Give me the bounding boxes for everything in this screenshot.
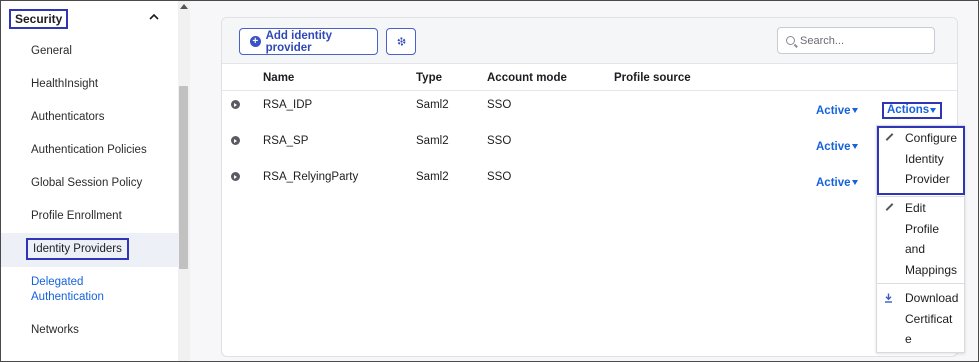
sidebar: Security General HealthInsight Authentic… <box>1 1 178 361</box>
sidebar-item-delegated-authentication[interactable]: Delegated Authentication <box>31 275 121 305</box>
menu-line: Profile <box>905 221 940 236</box>
add-identity-provider-label: Add identity provider <box>265 29 333 54</box>
row-type: Saml2 <box>416 171 449 183</box>
menu-line: and <box>905 242 926 256</box>
row-name: RSA_IDP <box>263 99 313 111</box>
scrollbar-thumb[interactable] <box>179 86 188 269</box>
menu-line: Mappings <box>905 262 958 277</box>
menu-line: Download <box>905 291 959 305</box>
add-identity-provider-button[interactable]: + Add identity provider <box>239 28 378 55</box>
download-icon <box>885 293 892 303</box>
plus-circle-icon: + <box>250 36 261 47</box>
search-icon <box>786 36 795 45</box>
row-account-mode: SSO <box>487 135 512 147</box>
row-account-mode: SSO <box>487 99 512 111</box>
row-name: RSA_RelyingParty <box>263 171 359 183</box>
scroll-up-arrow-icon[interactable] <box>180 4 188 9</box>
column-header-account-mode: Account mode <box>487 72 567 84</box>
expand-row-icon[interactable] <box>231 172 240 181</box>
column-header-profile-source: Profile source <box>614 72 691 84</box>
sidebar-item-healthinsight[interactable]: HealthInsight <box>31 77 98 92</box>
menu-line: Certificat <box>905 311 953 326</box>
expand-row-icon[interactable] <box>231 100 240 109</box>
caret-down-icon[interactable] <box>852 180 858 185</box>
header-divider <box>222 90 957 91</box>
sidebar-item-networks[interactable]: Networks <box>31 323 79 338</box>
security-section-header[interactable]: Security <box>1 1 178 35</box>
sidebar-item-authentication-policies[interactable]: Authentication Policies <box>31 143 147 158</box>
security-section-title: Security <box>9 9 69 29</box>
row-status-dropdown[interactable]: Active <box>816 140 851 154</box>
gear-icon <box>397 37 405 46</box>
search-input[interactable] <box>800 34 920 47</box>
chevron-up-icon[interactable] <box>147 10 161 24</box>
configure-highlight-box <box>877 126 965 195</box>
menu-line: Edit <box>905 201 926 215</box>
sidebar-item-profile-enrollment[interactable]: Profile Enrollment <box>31 209 122 224</box>
caret-down-icon[interactable] <box>852 108 858 113</box>
sidebar-item-global-session-policy[interactable]: Global Session Policy <box>31 176 142 191</box>
row-name: RSA_SP <box>263 135 309 147</box>
row-type: Saml2 <box>416 99 449 111</box>
column-header-type: Type <box>416 72 442 84</box>
row-type: Saml2 <box>416 135 449 147</box>
menu-line: e <box>905 332 912 346</box>
row-status-dropdown[interactable]: Active <box>816 176 851 190</box>
search-field[interactable] <box>777 27 935 54</box>
delegated-authentication-label: Delegated Authentication <box>31 276 104 303</box>
expand-row-icon[interactable] <box>231 136 240 145</box>
caret-down-icon[interactable] <box>852 144 858 149</box>
settings-button[interactable] <box>386 28 416 55</box>
actions-label: Actions <box>887 104 930 116</box>
row-account-mode: SSO <box>487 171 512 183</box>
row-status-dropdown[interactable]: Active <box>816 104 851 118</box>
sidebar-item-identity-providers[interactable]: Identity Providers <box>26 238 129 260</box>
menu-divider <box>877 196 964 197</box>
sidebar-item-authenticators[interactable]: Authenticators <box>31 110 105 125</box>
sidebar-item-general[interactable]: General <box>31 44 72 59</box>
column-header-name: Name <box>263 72 295 84</box>
caret-down-icon[interactable] <box>930 108 936 113</box>
menu-divider <box>877 283 964 284</box>
